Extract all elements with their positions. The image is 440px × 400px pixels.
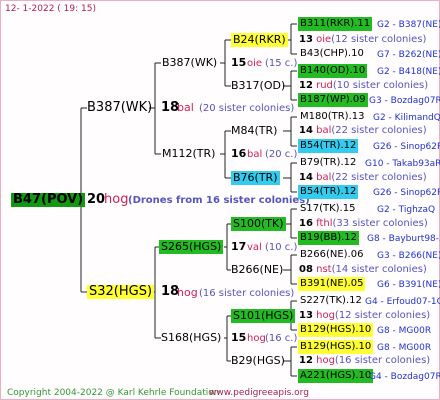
gen5-item[interactable]: B129(HGS).10 — [298, 340, 374, 354]
gen3-c-breeder: val — [247, 242, 262, 253]
gen5-ref: G7 - B262(NE) — [377, 50, 440, 60]
gen4-info: 14 bal(22 sister colonies) — [299, 125, 427, 136]
gen4-item[interactable]: B24(RKR) — [231, 33, 288, 47]
gen5-ref: G8 - MG00R — [377, 326, 432, 336]
gen5-ref: G4 - Bozdag07R — [369, 372, 440, 382]
gen4-item[interactable]: B76(TR) — [231, 171, 280, 185]
gen2-dam-note: (16 sister colonies) — [199, 288, 295, 299]
gen5-item[interactable]: S227(TK).12 — [300, 294, 362, 308]
gen2-sire[interactable]: B387(WK) — [87, 101, 152, 115]
gen5-item[interactable]: B266(NE).06 — [300, 248, 363, 262]
gen3-b-breeder: bal — [247, 149, 263, 160]
gen3-d-note: (16 c.) — [265, 333, 298, 344]
gen2-sire-note: (20 sister colonies) — [199, 103, 295, 114]
date-stamp: 12- 1-2022 ( 19: 15) — [5, 4, 96, 14]
gen5-item[interactable]: B129(HGS).10 — [298, 323, 374, 337]
gen3-b-note: (20 c.) — [265, 149, 298, 160]
gen5-ref: G2 - KilimandQ — [373, 113, 440, 123]
gen4-item[interactable]: M84(TR) — [231, 124, 277, 138]
gen3-a-breeder: oie — [247, 58, 263, 69]
gen5-item[interactable]: B19(BB).12 — [298, 231, 360, 245]
gen5-ref: G2 - B387(NE) — [377, 20, 440, 30]
root-queen[interactable]: B47(POV) — [11, 193, 86, 207]
gen4-item[interactable]: S101(HGS) — [231, 309, 296, 323]
gen4-item[interactable]: S100(TK) — [231, 217, 286, 231]
gen3-d-num: 15 — [231, 331, 247, 344]
gen5-item[interactable]: B54(TR).12 — [298, 139, 359, 153]
gen5-ref: G3 - Bozdag07R — [369, 96, 440, 106]
gen5-item[interactable]: B54(TR).12 — [298, 185, 359, 199]
gen3-a-note: (15 c.) — [265, 58, 298, 69]
gen3-c[interactable]: S265(HGS) — [159, 240, 224, 254]
gen3-b-num: 16 — [231, 147, 247, 160]
gen5-ref: G10 - Takab93aR — [365, 159, 440, 169]
gen3-a-num: 15 — [231, 56, 247, 69]
gen5-item[interactable]: B140(OD).10 — [298, 64, 368, 78]
gen5-ref: G3 - B266(NE) — [377, 251, 440, 261]
gen2-sire-breeder: bal — [177, 101, 194, 114]
gen4-item[interactable]: B29(HGS) — [231, 354, 285, 368]
gen5-item[interactable]: B311(RKR).11 — [298, 17, 373, 31]
gen5-ref: G26 - Sinop62R — [373, 188, 440, 198]
gen3-c-note: (10 c.) — [265, 242, 298, 253]
gen5-ref: G8 - MG00R — [377, 343, 432, 353]
gen4-info: 16 fthl(33 sister colonies) — [299, 218, 428, 229]
gen5-item[interactable]: S17(TK).15 — [300, 202, 355, 216]
gen5-item[interactable]: B79(TR).12 — [300, 156, 356, 170]
gen5-item[interactable]: M180(TR).13 — [300, 110, 364, 124]
gen4-info: 12 hog(16 sister colonies) — [299, 355, 431, 366]
copyright: Copyright 2004-2022 @ Karl Kehrle Founda… — [7, 388, 220, 398]
gen5-item[interactable]: A221(HGS).10 — [298, 369, 374, 383]
gen4-info: 13 oie(12 sister colonies) — [299, 34, 427, 45]
site-link[interactable]: www.pedigreeapis.org — [209, 386, 309, 400]
gen5-ref: G2 - TighzaQ — [377, 205, 436, 215]
gen5-ref: G26 - Sinop62R — [373, 142, 440, 152]
gen5-ref: G6 - B391(NE) — [377, 280, 440, 290]
gen2-dam[interactable]: S32(HGS) — [87, 285, 155, 299]
gen5-item[interactable]: B391(NE).05 — [298, 277, 366, 291]
gen5-item[interactable]: B187(WP).09 — [298, 93, 368, 107]
gen4-info: 13 hog(12 sister colonies) — [299, 310, 431, 321]
gen4-item[interactable]: B317(OD) — [231, 79, 285, 93]
gen4-info: 14 bal(22 sister colonies) — [299, 172, 427, 183]
gen3-b[interactable]: M112(TR) — [162, 147, 215, 161]
gen5-ref: G2 - B418(NE) — [377, 67, 440, 77]
root-note: (Drones from 16 sister colonies) — [128, 195, 310, 206]
root-num: 20 — [87, 192, 106, 207]
gen3-d[interactable]: S168(HGS) — [161, 331, 221, 345]
root-breeder: hog — [104, 192, 129, 207]
gen4-info: 08 nst(14 sister colonies) — [299, 264, 427, 275]
gen4-item[interactable]: B266(NE) — [231, 263, 283, 277]
gen3-d-breeder: hog — [247, 333, 266, 344]
gen5-ref: G8 - Bayburt98-3 — [367, 234, 440, 244]
pedigree-canvas: 12- 1-2022 ( 19: 15) B47(POV) 20 hog (Dr… — [0, 0, 440, 400]
gen3-c-num: 17 — [231, 240, 247, 253]
gen2-dam-breeder: hog — [177, 286, 198, 299]
gen5-item[interactable]: B43(CHP).10 — [300, 47, 364, 61]
gen4-info: 12 rud(10 sister colonies) — [299, 80, 429, 91]
gen3-a[interactable]: B387(WK) — [162, 56, 217, 70]
gen5-ref: G4 - Erfoud07-1Q — [365, 297, 440, 307]
